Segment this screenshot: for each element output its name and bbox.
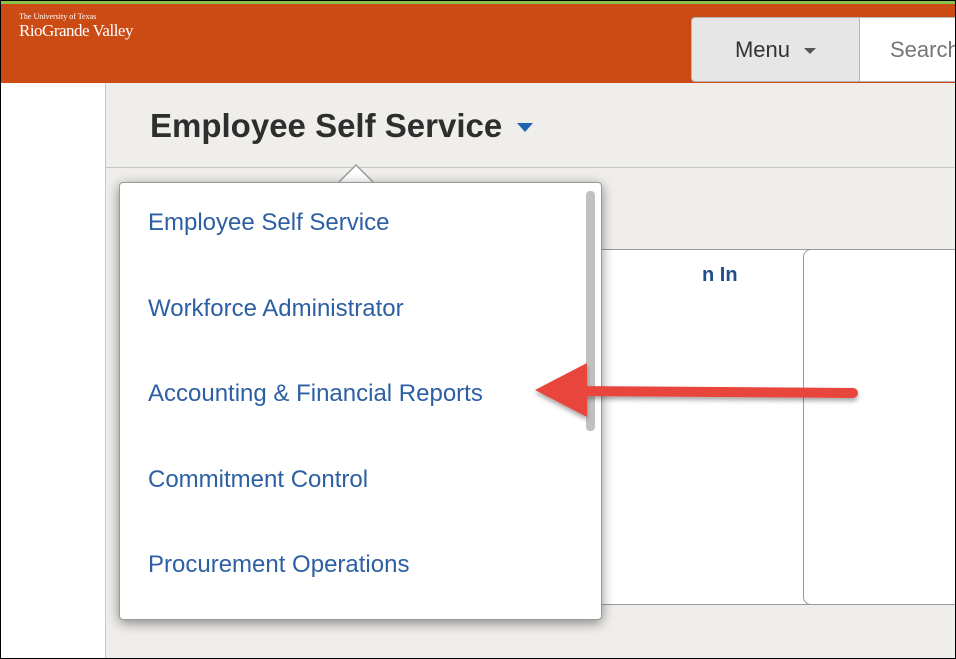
chevron-down-icon <box>804 48 817 54</box>
homepage-selector[interactable]: Employee Self Service <box>150 107 534 145</box>
annotation-arrow-icon <box>535 363 858 417</box>
top-banner: The University of Texas RioGrande Valley… <box>1 1 955 83</box>
page-header: Employee Self Service <box>106 83 955 168</box>
logo-line-1: The University of Texas <box>19 12 97 21</box>
browser-viewport: The University of Texas RioGrande Valley… <box>0 0 956 659</box>
dropdown-item-employee-self-service[interactable]: Employee Self Service <box>148 209 389 237</box>
logo-line-2: RioGrande Valley <box>19 21 133 40</box>
caret-down-icon[interactable] <box>517 122 534 132</box>
menu-button[interactable]: Menu <box>691 17 860 82</box>
dropdown-item-workforce-administrator[interactable]: Workforce Administrator <box>148 295 404 323</box>
search-input[interactable] <box>859 17 955 82</box>
dropdown-item-accounting-financial-reports[interactable]: Accounting & Financial Reports <box>148 380 483 408</box>
menu-button-label: Menu <box>734 36 791 62</box>
tile-title: n In <box>702 264 738 286</box>
utrgv-logo[interactable]: The University of Texas RioGrande Valley <box>19 12 133 40</box>
dropdown-item-commitment-control[interactable]: Commitment Control <box>148 466 368 494</box>
page-title: Employee Self Service <box>150 107 503 144</box>
dropdown-item-procurement-operations[interactable]: Procurement Operations <box>148 551 409 579</box>
left-gutter <box>1 83 105 658</box>
